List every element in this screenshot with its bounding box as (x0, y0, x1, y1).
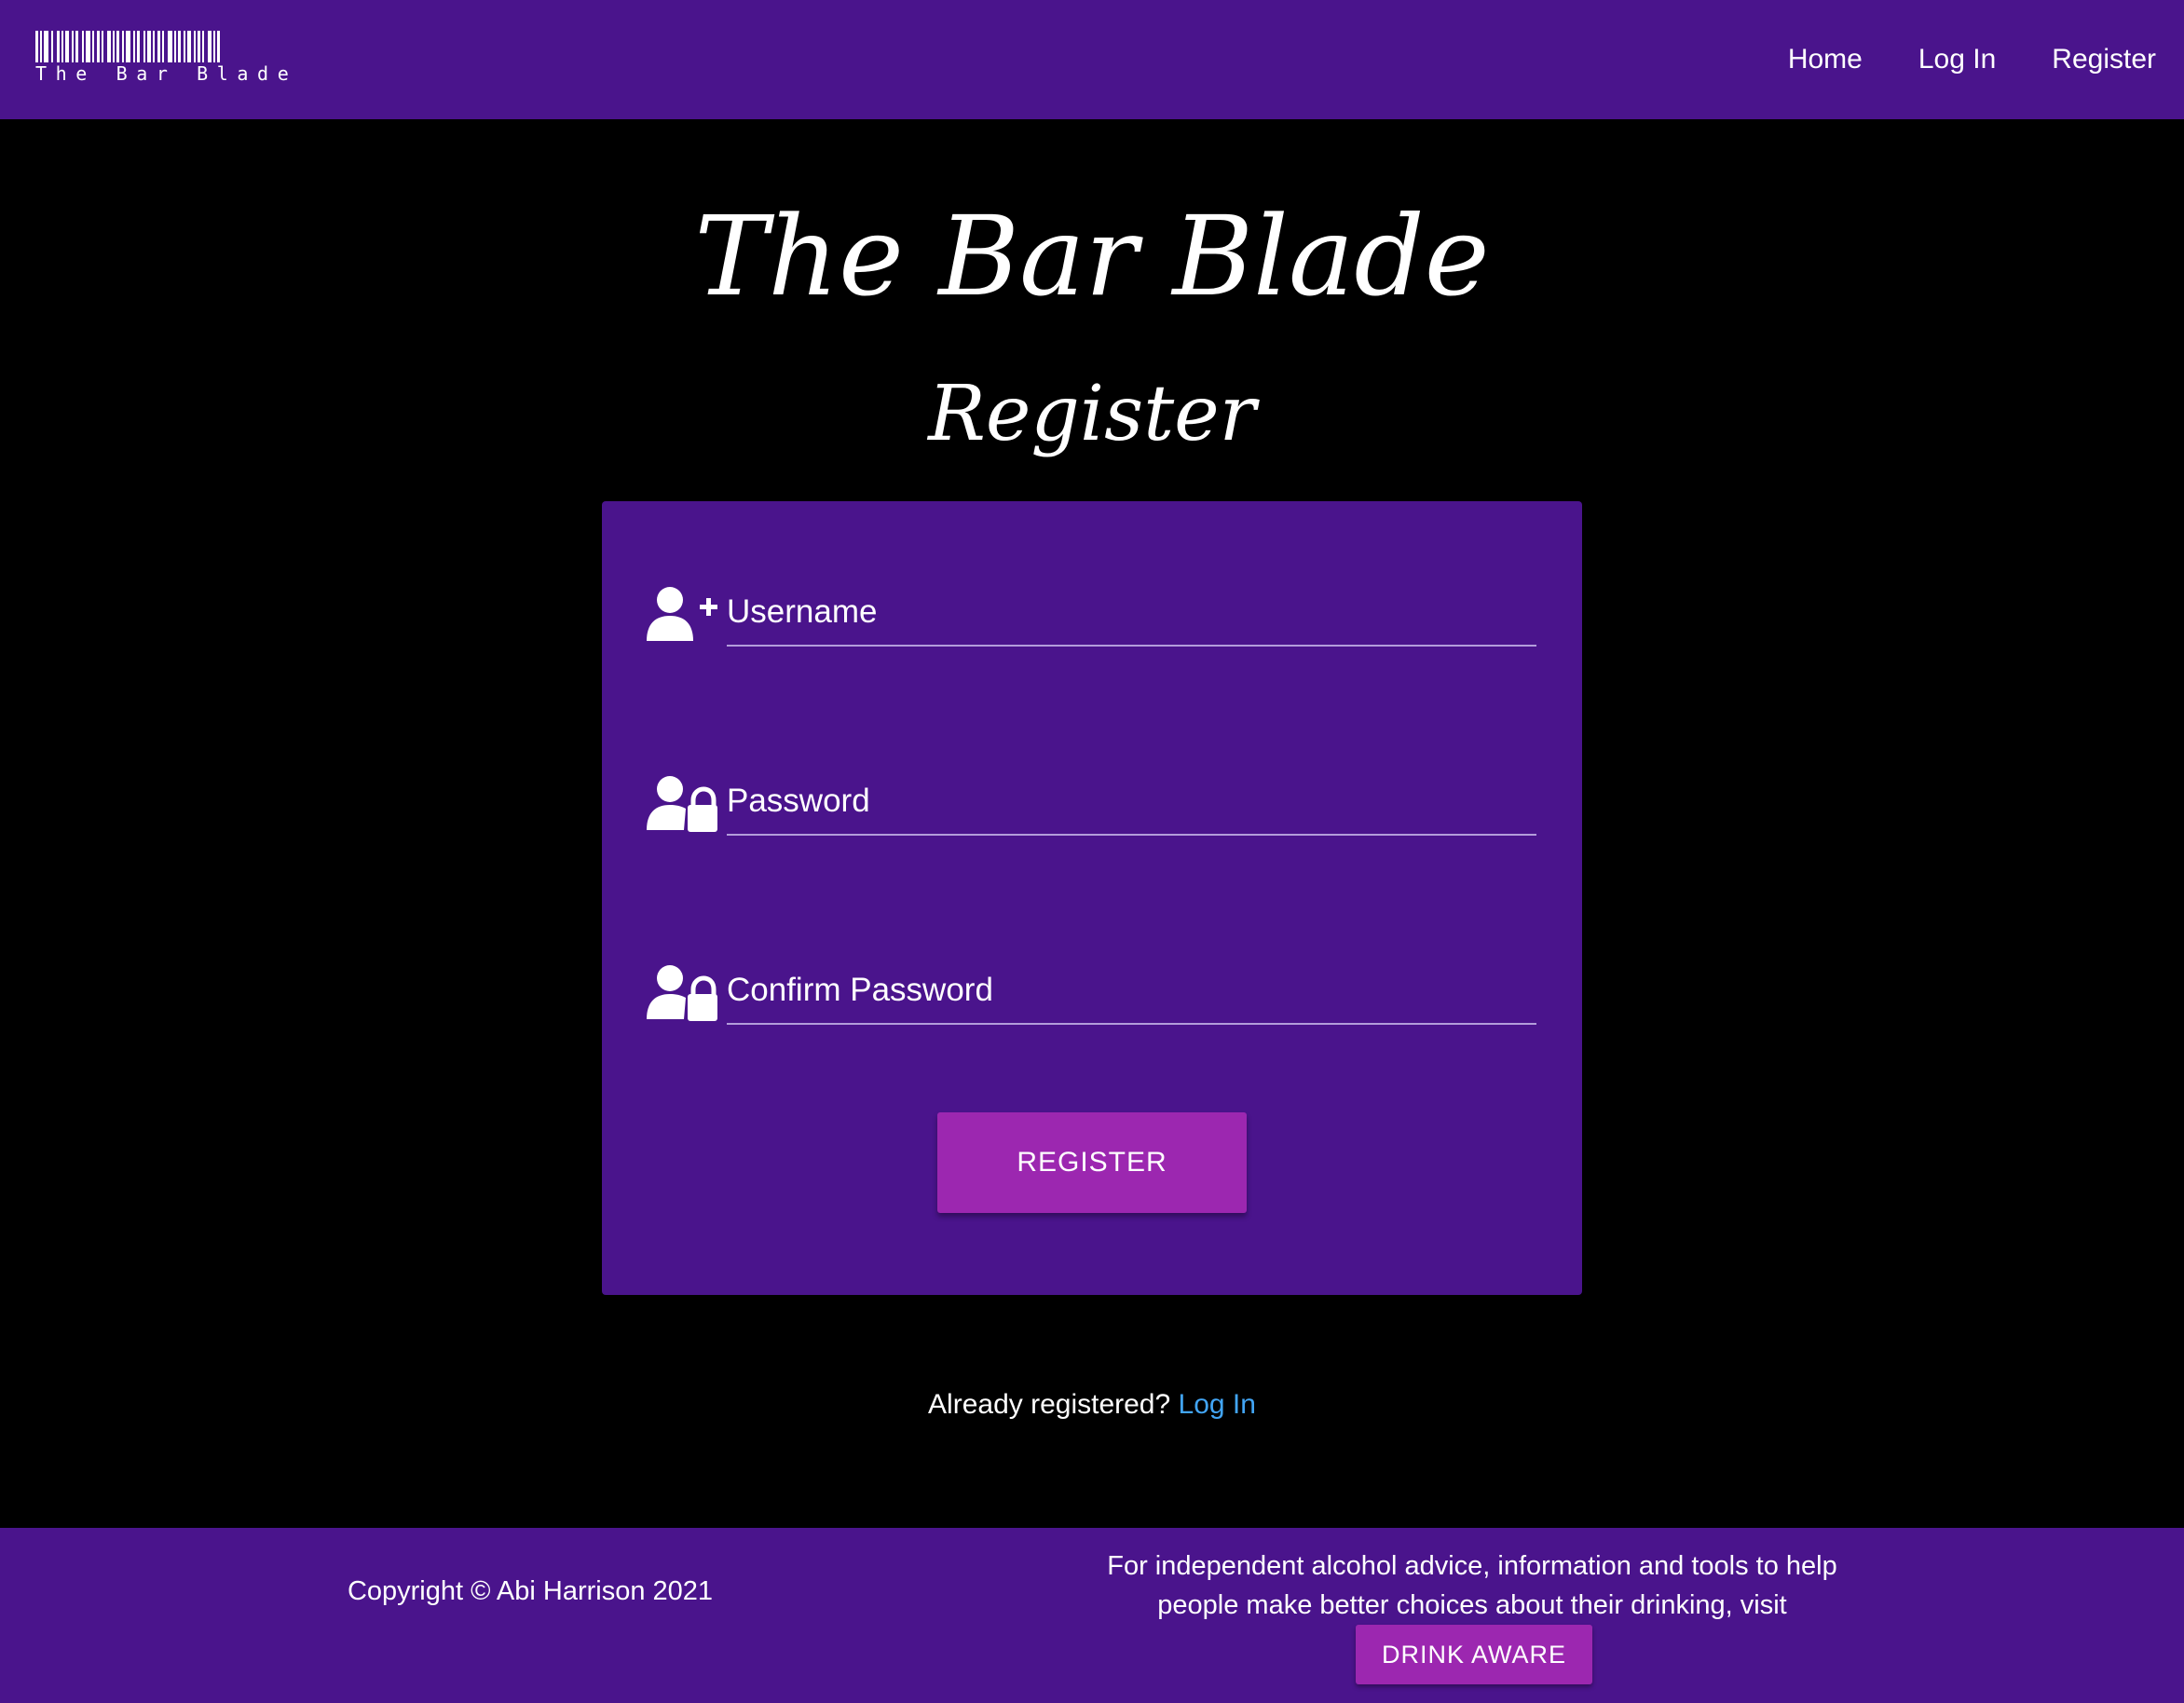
register-button[interactable]: REGISTER (937, 1112, 1247, 1213)
nav-links: Home Log In Register (1732, 0, 2156, 119)
confirm-password-field-group: Confirm Password (647, 963, 1536, 1047)
register-form: Username Password Confirm Password REGIS… (602, 501, 1582, 1295)
user-plus-icon (647, 585, 717, 645)
user-lock-icon (647, 774, 717, 834)
username-field-group: Username (647, 585, 1536, 669)
navbar: The Bar Blade Home Log In Register (0, 0, 2184, 119)
brand-logo[interactable]: The Bar Blade (35, 31, 298, 87)
login-prompt: Already registered? Log In (0, 1383, 2184, 1427)
drink-aware-button[interactable]: DRINK AWARE (1356, 1625, 1592, 1684)
login-link[interactable]: Log In (1179, 1389, 1256, 1420)
username-label: Username (727, 593, 878, 630)
nav-link-home[interactable]: Home (1788, 0, 1863, 119)
nav-link-register[interactable]: Register (2052, 0, 2156, 119)
password-field-group: Password (647, 774, 1536, 858)
alcohol-advice-text: For independent alcohol advice, informat… (1107, 1551, 1837, 1620)
login-prompt-text: Already registered? (928, 1389, 1171, 1420)
page-title: Register (928, 370, 1256, 458)
password-label: Password (727, 783, 870, 819)
site-title: The Bar Blade (694, 192, 1490, 320)
user-lock-icon (647, 963, 717, 1023)
confirm-password-label: Confirm Password (727, 972, 993, 1008)
barcode-icon (35, 31, 280, 62)
copyright-text: Copyright © Abi Harrison 2021 (347, 1576, 714, 1606)
nav-link-log-in[interactable]: Log In (1918, 0, 1996, 119)
brand-text: The Bar Blade (35, 62, 298, 85)
footer: Copyright © Abi Harrison 2021 For indepe… (0, 1528, 2184, 1703)
